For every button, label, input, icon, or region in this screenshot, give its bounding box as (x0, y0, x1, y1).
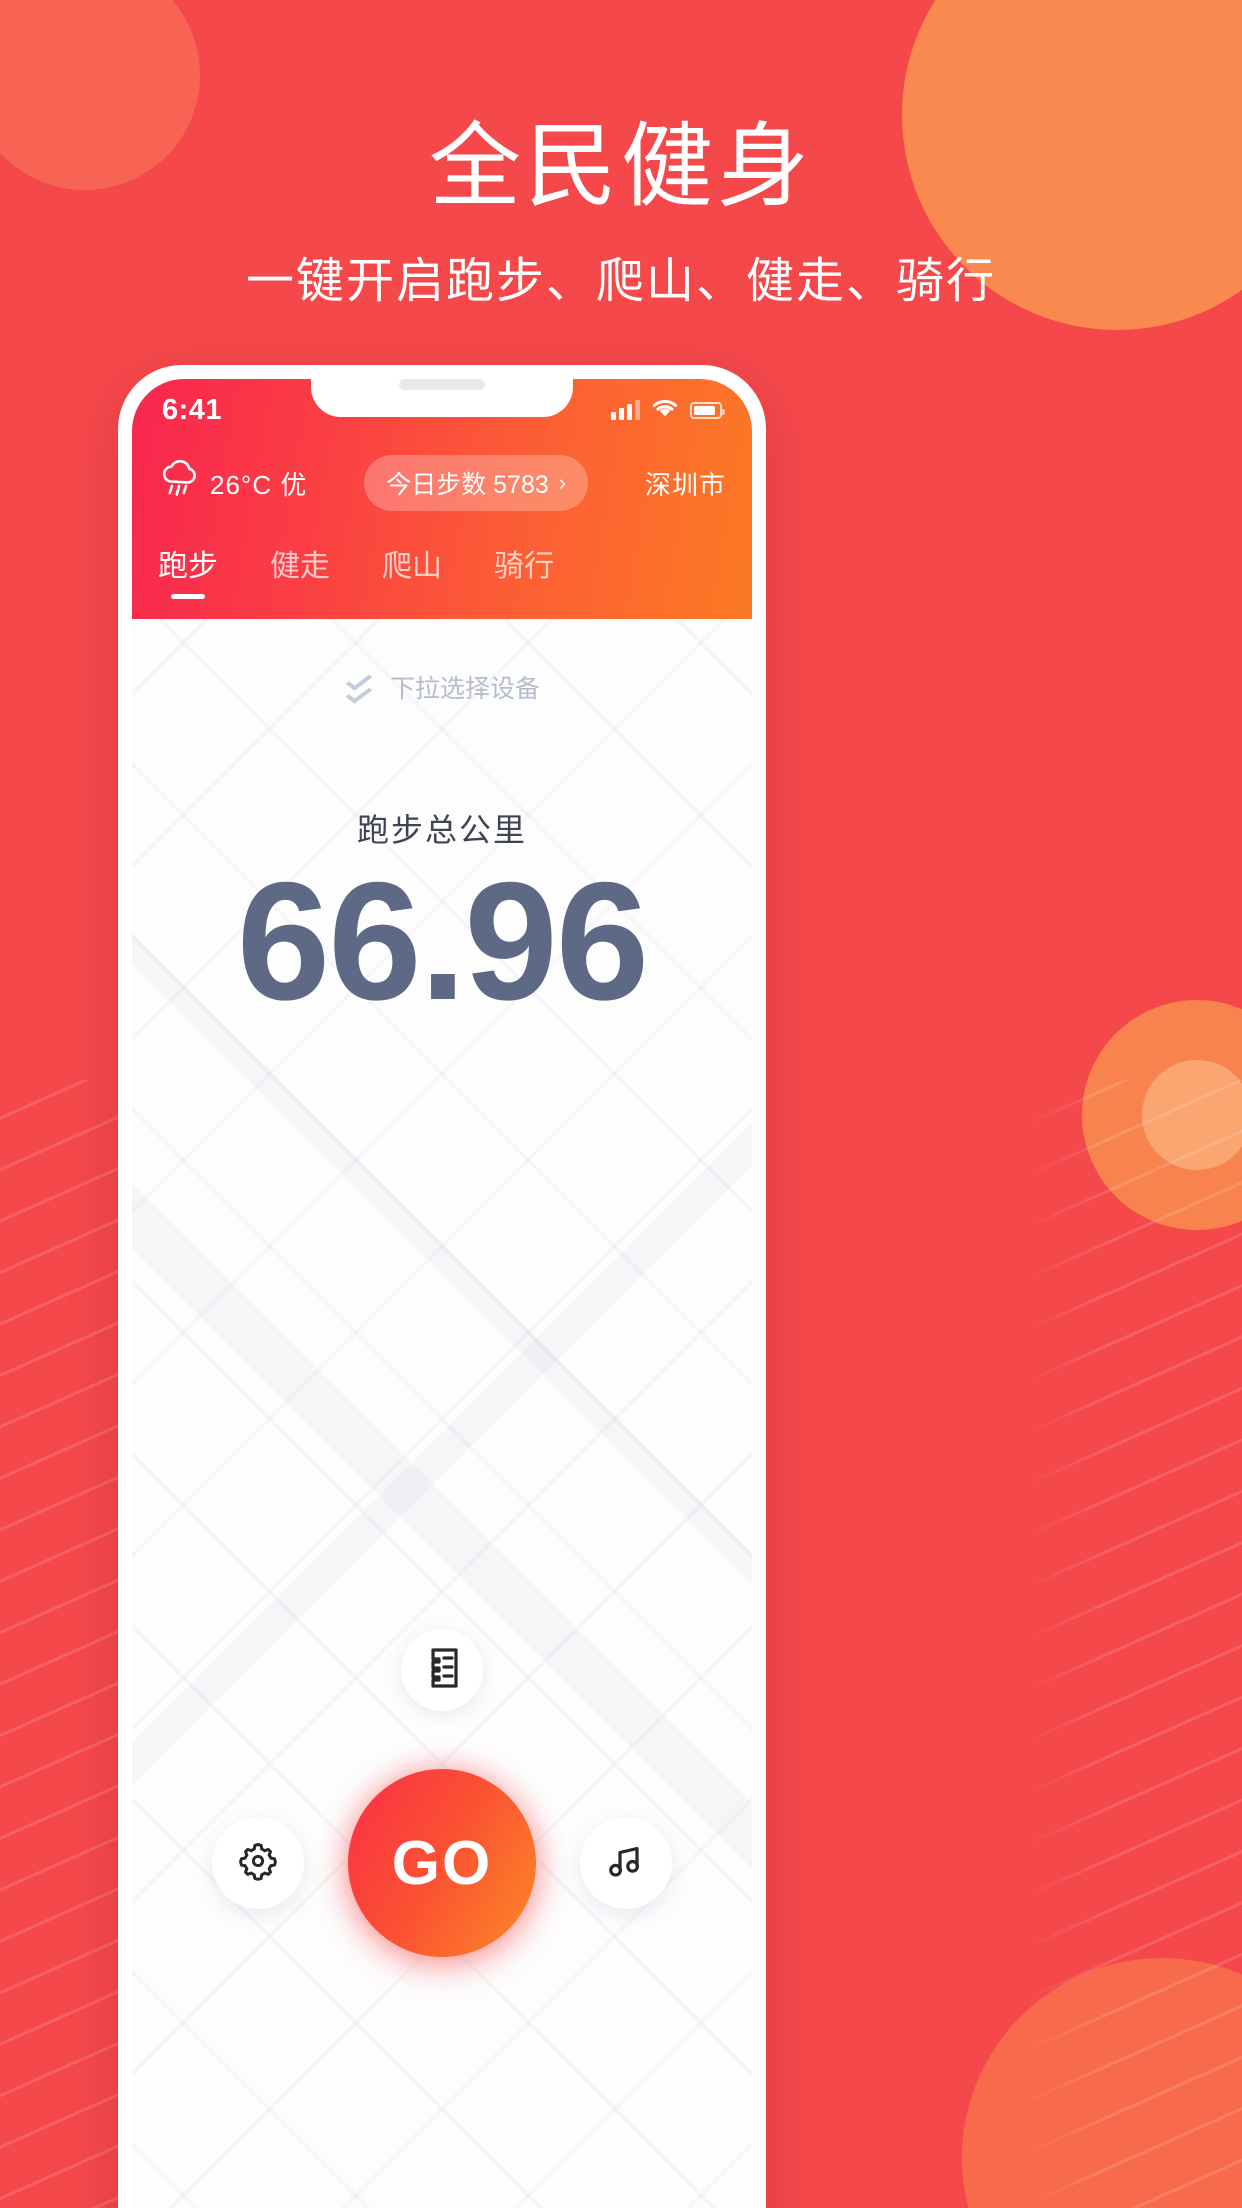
app-body: 下拉选择设备 跑步总公里 66.96 GO (132, 619, 752, 2208)
status-bar: 6:41 (132, 379, 752, 441)
total-distance-value: 66.96 (236, 847, 649, 1035)
phone-mockup: 6:41 26°C 优 今日步数 5783 › 深圳市 跑步 健走 爬山 骑行 … (118, 365, 766, 2208)
activity-tabs: 跑步 健走 爬山 骑行 (132, 525, 752, 607)
page-subtitle: 一键开启跑步、爬山、健走、骑行 (245, 255, 996, 309)
page-title: 全民健身 (428, 116, 813, 218)
status-bar-icons (611, 397, 725, 423)
tab-running[interactable]: 跑步 (158, 541, 218, 591)
weather-widget[interactable]: 26°C 优 (158, 459, 308, 507)
ruler-button[interactable] (401, 1629, 483, 1711)
total-distance-label: 跑步总公里 (356, 812, 527, 848)
hero-section: 全民健身 一键开启跑步、爬山、健走、骑行 (0, 0, 1242, 311)
pull-hint-label: 下拉选择设备 (389, 675, 540, 703)
go-button[interactable]: GO (348, 1769, 536, 1957)
weather-steps-row: 26°C 优 今日步数 5783 › 深圳市 (132, 441, 752, 525)
phone-screen: 6:41 26°C 优 今日步数 5783 › 深圳市 跑步 健走 爬山 骑行 … (132, 379, 752, 2208)
wifi-icon (651, 397, 679, 423)
app-header: 6:41 26°C 优 今日步数 5783 › 深圳市 跑步 健走 爬山 骑行 (132, 379, 752, 619)
promo-page: 全民健身 一键开启跑步、爬山、健走、骑行 6:41 26°C 优 今日步数 57… (0, 0, 1242, 2208)
tab-walking[interactable]: 健走 (270, 541, 330, 591)
weather-text: 26°C 优 (210, 469, 308, 500)
total-distance-block: 跑步总公里 66.96 (132, 805, 752, 1025)
city-label[interactable]: 深圳市 (645, 465, 726, 502)
settings-button[interactable] (212, 1817, 304, 1909)
signal-icon (611, 400, 640, 420)
today-steps-label: 今日步数 5783 (386, 471, 549, 499)
ruler-icon (422, 1646, 462, 1695)
double-chevron-down-icon (344, 670, 373, 704)
music-button[interactable] (580, 1817, 672, 1909)
today-steps-button[interactable]: 今日步数 5783 › (364, 455, 589, 511)
go-button-label: GO (391, 1828, 493, 1898)
bottom-control-row: GO (132, 1769, 752, 1957)
status-bar-time: 6:41 (162, 393, 223, 426)
tab-hiking[interactable]: 爬山 (382, 541, 442, 591)
pull-to-select-device[interactable]: 下拉选择设备 (132, 619, 752, 705)
tab-cycling[interactable]: 骑行 (494, 541, 554, 591)
battery-icon (690, 401, 725, 419)
chevron-right-icon: › (558, 470, 567, 495)
rain-cloud-icon (158, 459, 202, 507)
gear-icon (235, 1838, 281, 1889)
music-note-icon (603, 1838, 649, 1889)
